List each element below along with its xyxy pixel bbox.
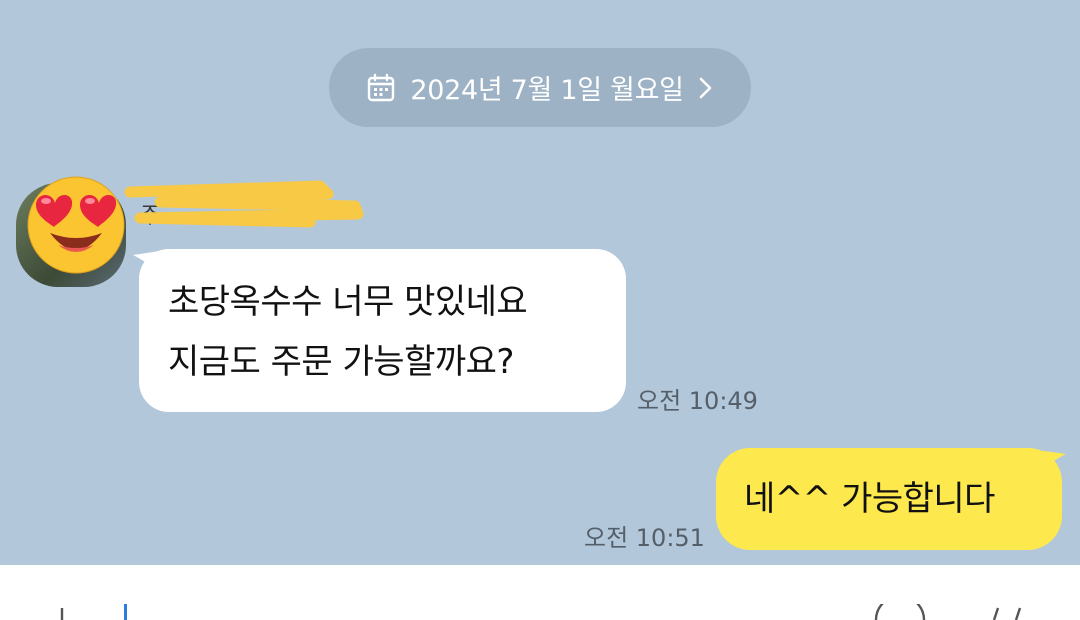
date-label: 2024년 7월 1일 월요일 bbox=[410, 75, 684, 106]
heart-eyes-emoji-icon bbox=[27, 176, 125, 274]
incoming-message-text: 초당옥수수 너무 맛있네요 지금도 주문 가능할까요? bbox=[168, 282, 528, 382]
message-input[interactable] bbox=[128, 596, 828, 620]
outgoing-message-text: 네^^ 가능합니다 bbox=[744, 479, 995, 519]
text-cursor bbox=[124, 604, 127, 620]
outgoing-timestamp: 오전 10:51 bbox=[584, 524, 705, 552]
date-divider[interactable]: 2024년 7월 1일 월요일 bbox=[329, 48, 751, 127]
plus-icon[interactable] bbox=[50, 604, 74, 620]
emoji-icon[interactable] bbox=[872, 604, 928, 620]
calendar-icon bbox=[366, 73, 396, 103]
redaction-mark bbox=[124, 180, 364, 228]
hash-icon[interactable] bbox=[980, 604, 1040, 620]
incoming-timestamp: 오전 10:49 bbox=[637, 387, 758, 415]
chevron-right-icon bbox=[698, 76, 714, 100]
